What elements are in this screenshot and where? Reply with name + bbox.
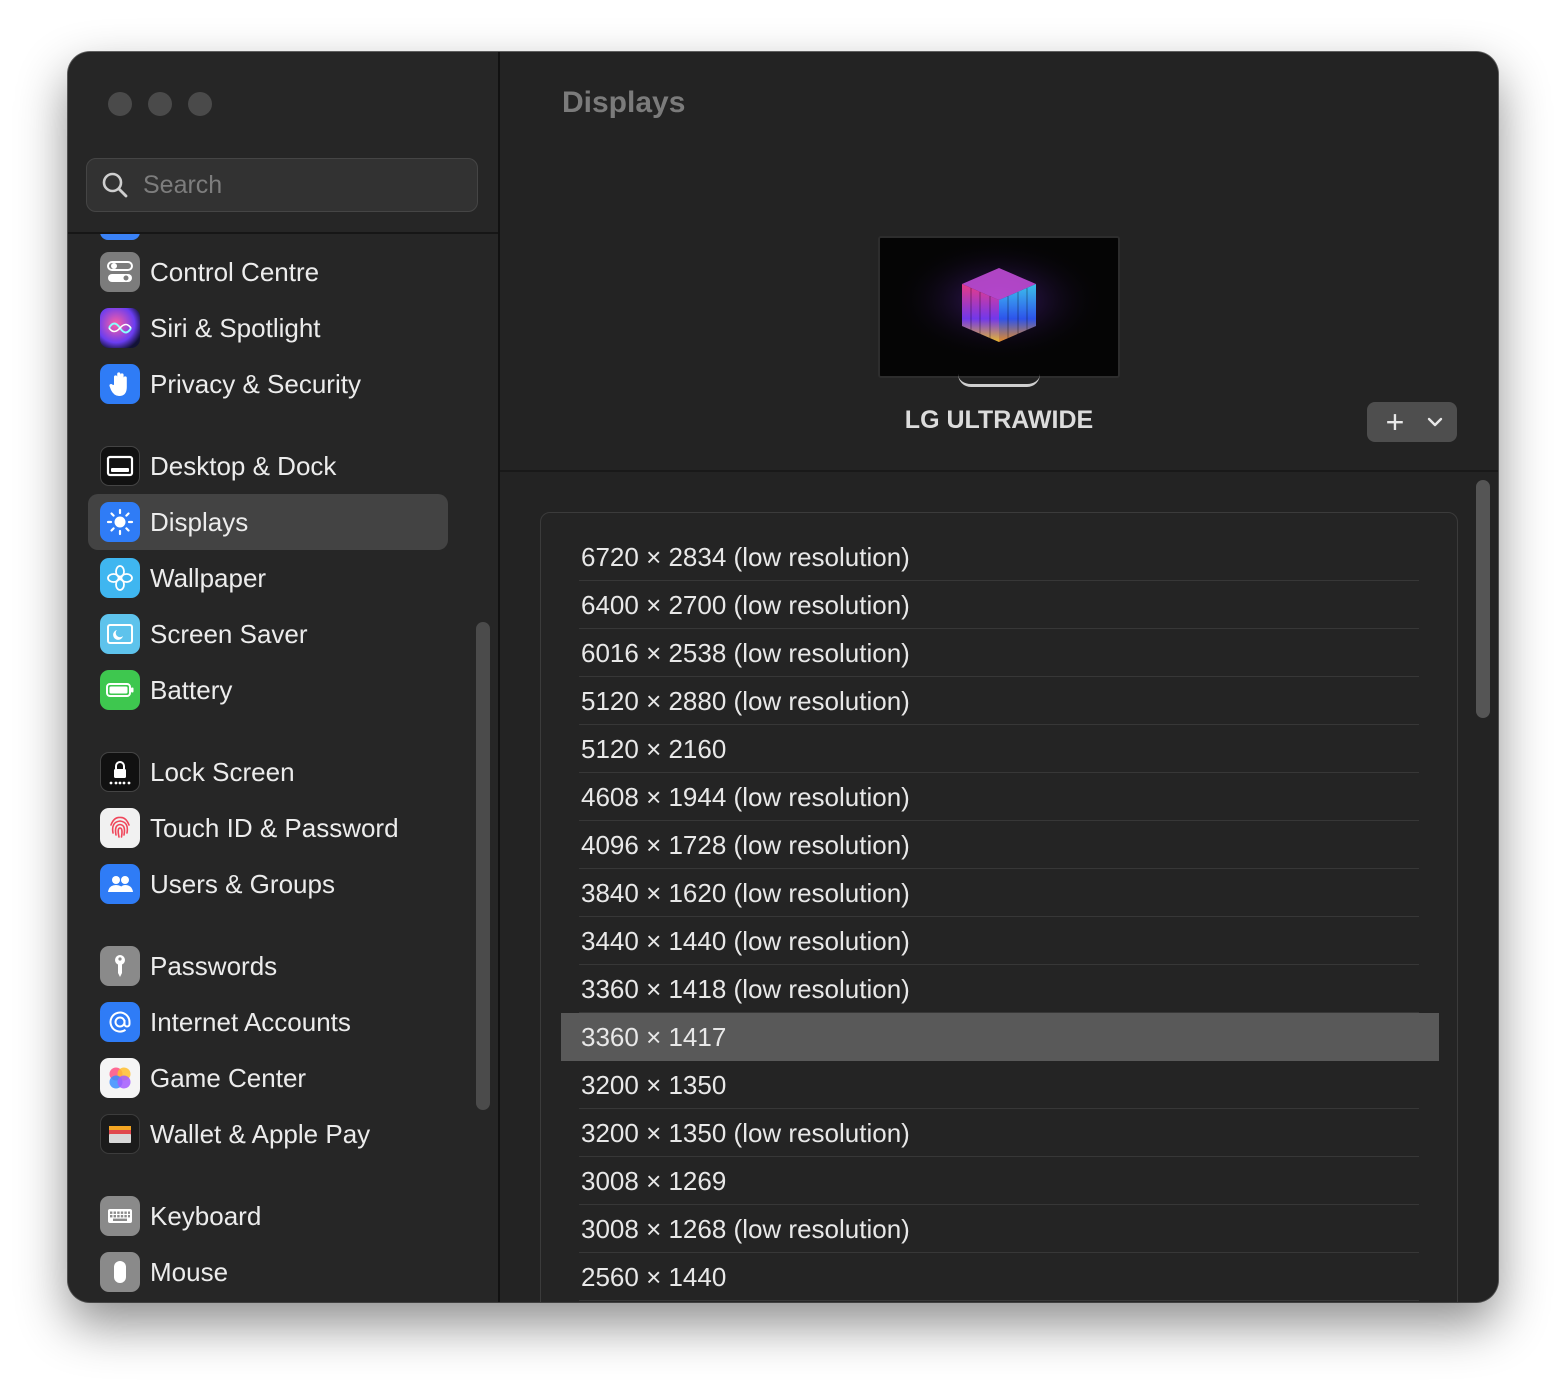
search-icon <box>102 172 128 198</box>
close-window-button[interactable] <box>108 92 132 116</box>
sidebar-item-wallet-apple-pay[interactable]: Wallet & Apple Pay <box>88 1106 448 1162</box>
sidebar-scrollbar[interactable] <box>476 622 490 1110</box>
resolution-option[interactable]: 3008 × 1269 <box>561 1157 1439 1205</box>
resolution-option[interactable]: 6016 × 2538 (low resolution) <box>561 629 1439 677</box>
screen-saver-icon <box>100 614 140 654</box>
sidebar-item-label: Privacy & Security <box>150 368 361 399</box>
lock-icon <box>100 752 140 792</box>
sidebar-item-siri-spotlight[interactable]: Siri & Spotlight <box>88 300 448 356</box>
sidebar-item-label: Lock Screen <box>150 756 295 787</box>
sidebar-item-label: Touch ID & Password <box>150 812 399 843</box>
resolution-option[interactable]: 6720 × 2834 (low resolution) <box>561 533 1439 581</box>
resolution-option[interactable]: 3840 × 1620 (low resolution) <box>561 869 1439 917</box>
sidebar-item-internet-accounts[interactable]: Internet Accounts <box>88 994 448 1050</box>
sidebar-item-label: Keyboard <box>150 1200 262 1231</box>
add-display-button[interactable]: + <box>1367 402 1457 442</box>
resolution-list: 6720 × 2834 (low resolution) 6400 × 2700… <box>540 512 1458 1302</box>
zoom-window-button[interactable] <box>188 92 212 116</box>
resolution-option[interactable]: 3200 × 1350 (low resolution) <box>561 1109 1439 1157</box>
system-settings-window: Control Centre Siri & Spotlight <box>68 52 1498 1302</box>
game-center-icon <box>100 1058 140 1098</box>
battery-icon <box>100 670 140 710</box>
resolution-option[interactable]: 3008 × 1268 (low resolution) <box>561 1205 1439 1253</box>
sidebar-item-label: Battery <box>150 674 233 705</box>
sidebar-item-label: Displays <box>150 506 249 537</box>
sidebar-item-label: Screen Saver <box>150 618 308 649</box>
flower-icon <box>100 558 140 598</box>
minimize-window-button[interactable] <box>148 92 172 116</box>
fingerprint-icon <box>100 808 140 848</box>
resolution-option[interactable]: 3360 × 1418 (low resolution) <box>561 965 1439 1013</box>
at-icon <box>100 1002 140 1042</box>
sidebar-item-label: Siri & Spotlight <box>150 312 321 343</box>
plus-icon: + <box>1385 404 1405 440</box>
display-name: LG ULTRAWIDE <box>904 406 1094 434</box>
sidebar-item-label: Users & Groups <box>150 868 335 899</box>
sidebar-item-label: Wallet & Apple Pay <box>150 1118 371 1149</box>
resolution-option[interactable]: 5120 × 2880 (low resolution) <box>561 677 1439 725</box>
sidebar-item-control-centre[interactable]: Control Centre <box>88 244 448 300</box>
resolution-option[interactable]: 4096 × 1728 (low resolution) <box>561 821 1439 869</box>
mouse-icon <box>100 1252 140 1292</box>
sidebar-item-label: Internet Accounts <box>150 1006 351 1037</box>
sidebar-item-screen-saver[interactable]: Screen Saver <box>88 606 448 662</box>
search-field[interactable] <box>86 158 478 212</box>
sidebar-list: Control Centre Siri & Spotlight Privacy … <box>68 234 498 1302</box>
users-icon <box>100 864 140 904</box>
resolution-option[interactable]: 3200 × 1350 <box>561 1061 1439 1109</box>
header-divider <box>500 470 1498 472</box>
window-controls <box>108 92 212 116</box>
partially-hidden-item-icon <box>100 234 140 240</box>
sidebar-item-wallpaper[interactable]: Wallpaper <box>88 550 448 606</box>
sidebar-item-touch-id-password[interactable]: Touch ID & Password <box>88 800 448 856</box>
keyboard-icon <box>100 1196 140 1236</box>
sidebar-item-lock-screen[interactable]: Lock Screen <box>88 744 448 800</box>
page-title: Displays <box>562 86 686 119</box>
chevron-down-icon <box>1427 417 1443 427</box>
sidebar-item-label: Control Centre <box>150 256 320 287</box>
sidebar-item-mouse[interactable]: Mouse <box>88 1244 448 1300</box>
display-thumbnail[interactable] <box>878 236 1120 388</box>
sidebar: Control Centre Siri & Spotlight <box>68 52 500 1302</box>
key-icon <box>100 946 140 986</box>
sidebar-item-battery[interactable]: Battery <box>88 662 448 718</box>
monitor-stand <box>958 374 1040 387</box>
sidebar-item-label: Wallpaper <box>150 562 267 593</box>
sidebar-item-users-groups[interactable]: Users & Groups <box>88 856 448 912</box>
sidebar-item-label: Desktop & Dock <box>150 450 337 481</box>
sidebar-item-keyboard[interactable]: Keyboard <box>88 1188 448 1244</box>
siri-icon <box>100 308 140 348</box>
resolution-option[interactable]: 4608 × 1944 (low resolution) <box>561 773 1439 821</box>
dock-icon <box>100 446 140 486</box>
wallpaper-cube-image <box>880 238 1118 376</box>
resolution-option-selected[interactable]: 3360 × 1417 <box>561 1013 1439 1061</box>
sidebar-item-displays[interactable]: Displays <box>88 494 448 550</box>
wallet-icon <box>100 1114 140 1154</box>
resolution-option[interactable]: 3440 × 1440 (low resolution) <box>561 917 1439 965</box>
sidebar-item-game-center[interactable]: Game Center <box>88 1050 448 1106</box>
resolution-option[interactable]: 6400 × 2700 (low resolution) <box>561 581 1439 629</box>
sidebar-item-desktop-dock[interactable]: Desktop & Dock <box>88 438 448 494</box>
monitor-screen <box>878 236 1120 378</box>
sidebar-item-privacy-security[interactable]: Privacy & Security <box>88 356 448 412</box>
main-pane: Displays LG ULTRAWIDE + 6720 × 2834 (low… <box>500 52 1498 1302</box>
resolution-option[interactable]: 5120 × 2160 <box>561 725 1439 773</box>
sidebar-item-label: Mouse <box>150 1256 229 1287</box>
search-input[interactable] <box>141 169 477 201</box>
sidebar-item-label: Passwords <box>150 950 278 981</box>
sidebar-item-passwords[interactable]: Passwords <box>88 938 448 994</box>
control-centre-icon <box>100 252 140 292</box>
main-scrollbar[interactable] <box>1476 480 1490 718</box>
hand-icon <box>100 364 140 404</box>
sun-icon <box>100 502 140 542</box>
sidebar-item-label: Game Center <box>150 1062 307 1093</box>
resolution-option[interactable]: 2560 × 1440 <box>561 1253 1439 1301</box>
